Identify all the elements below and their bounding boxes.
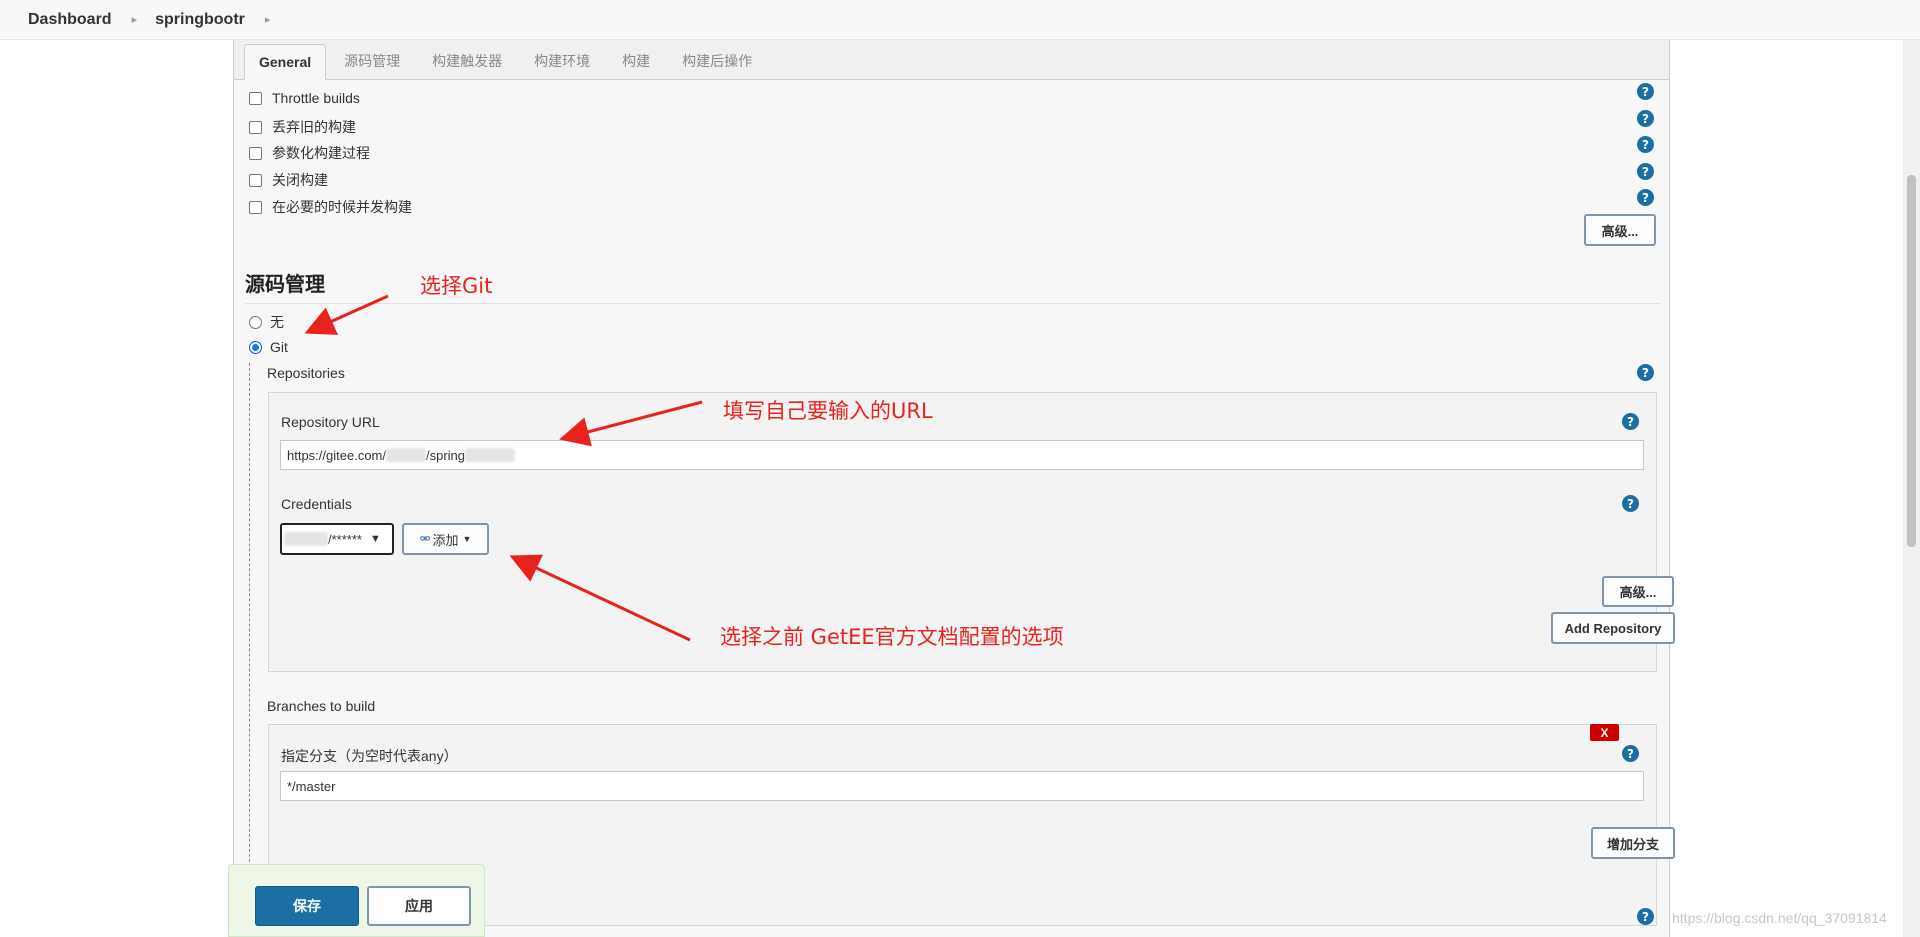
annotation-arrows <box>304 294 703 642</box>
arrow-to-credentials <box>509 554 691 642</box>
annotation-select-credentials: 选择之前 GetEE官方文档配置的选项 <box>720 625 1064 649</box>
arrow-to-git <box>304 294 389 335</box>
annotation-fill-url: 填写自己要输入的URL <box>723 399 933 423</box>
arrow-to-url <box>559 400 703 447</box>
watermark: https://blog.csdn.net/qq_37091814 <box>1672 910 1887 926</box>
annotation-select-git: 选择Git <box>420 274 493 298</box>
